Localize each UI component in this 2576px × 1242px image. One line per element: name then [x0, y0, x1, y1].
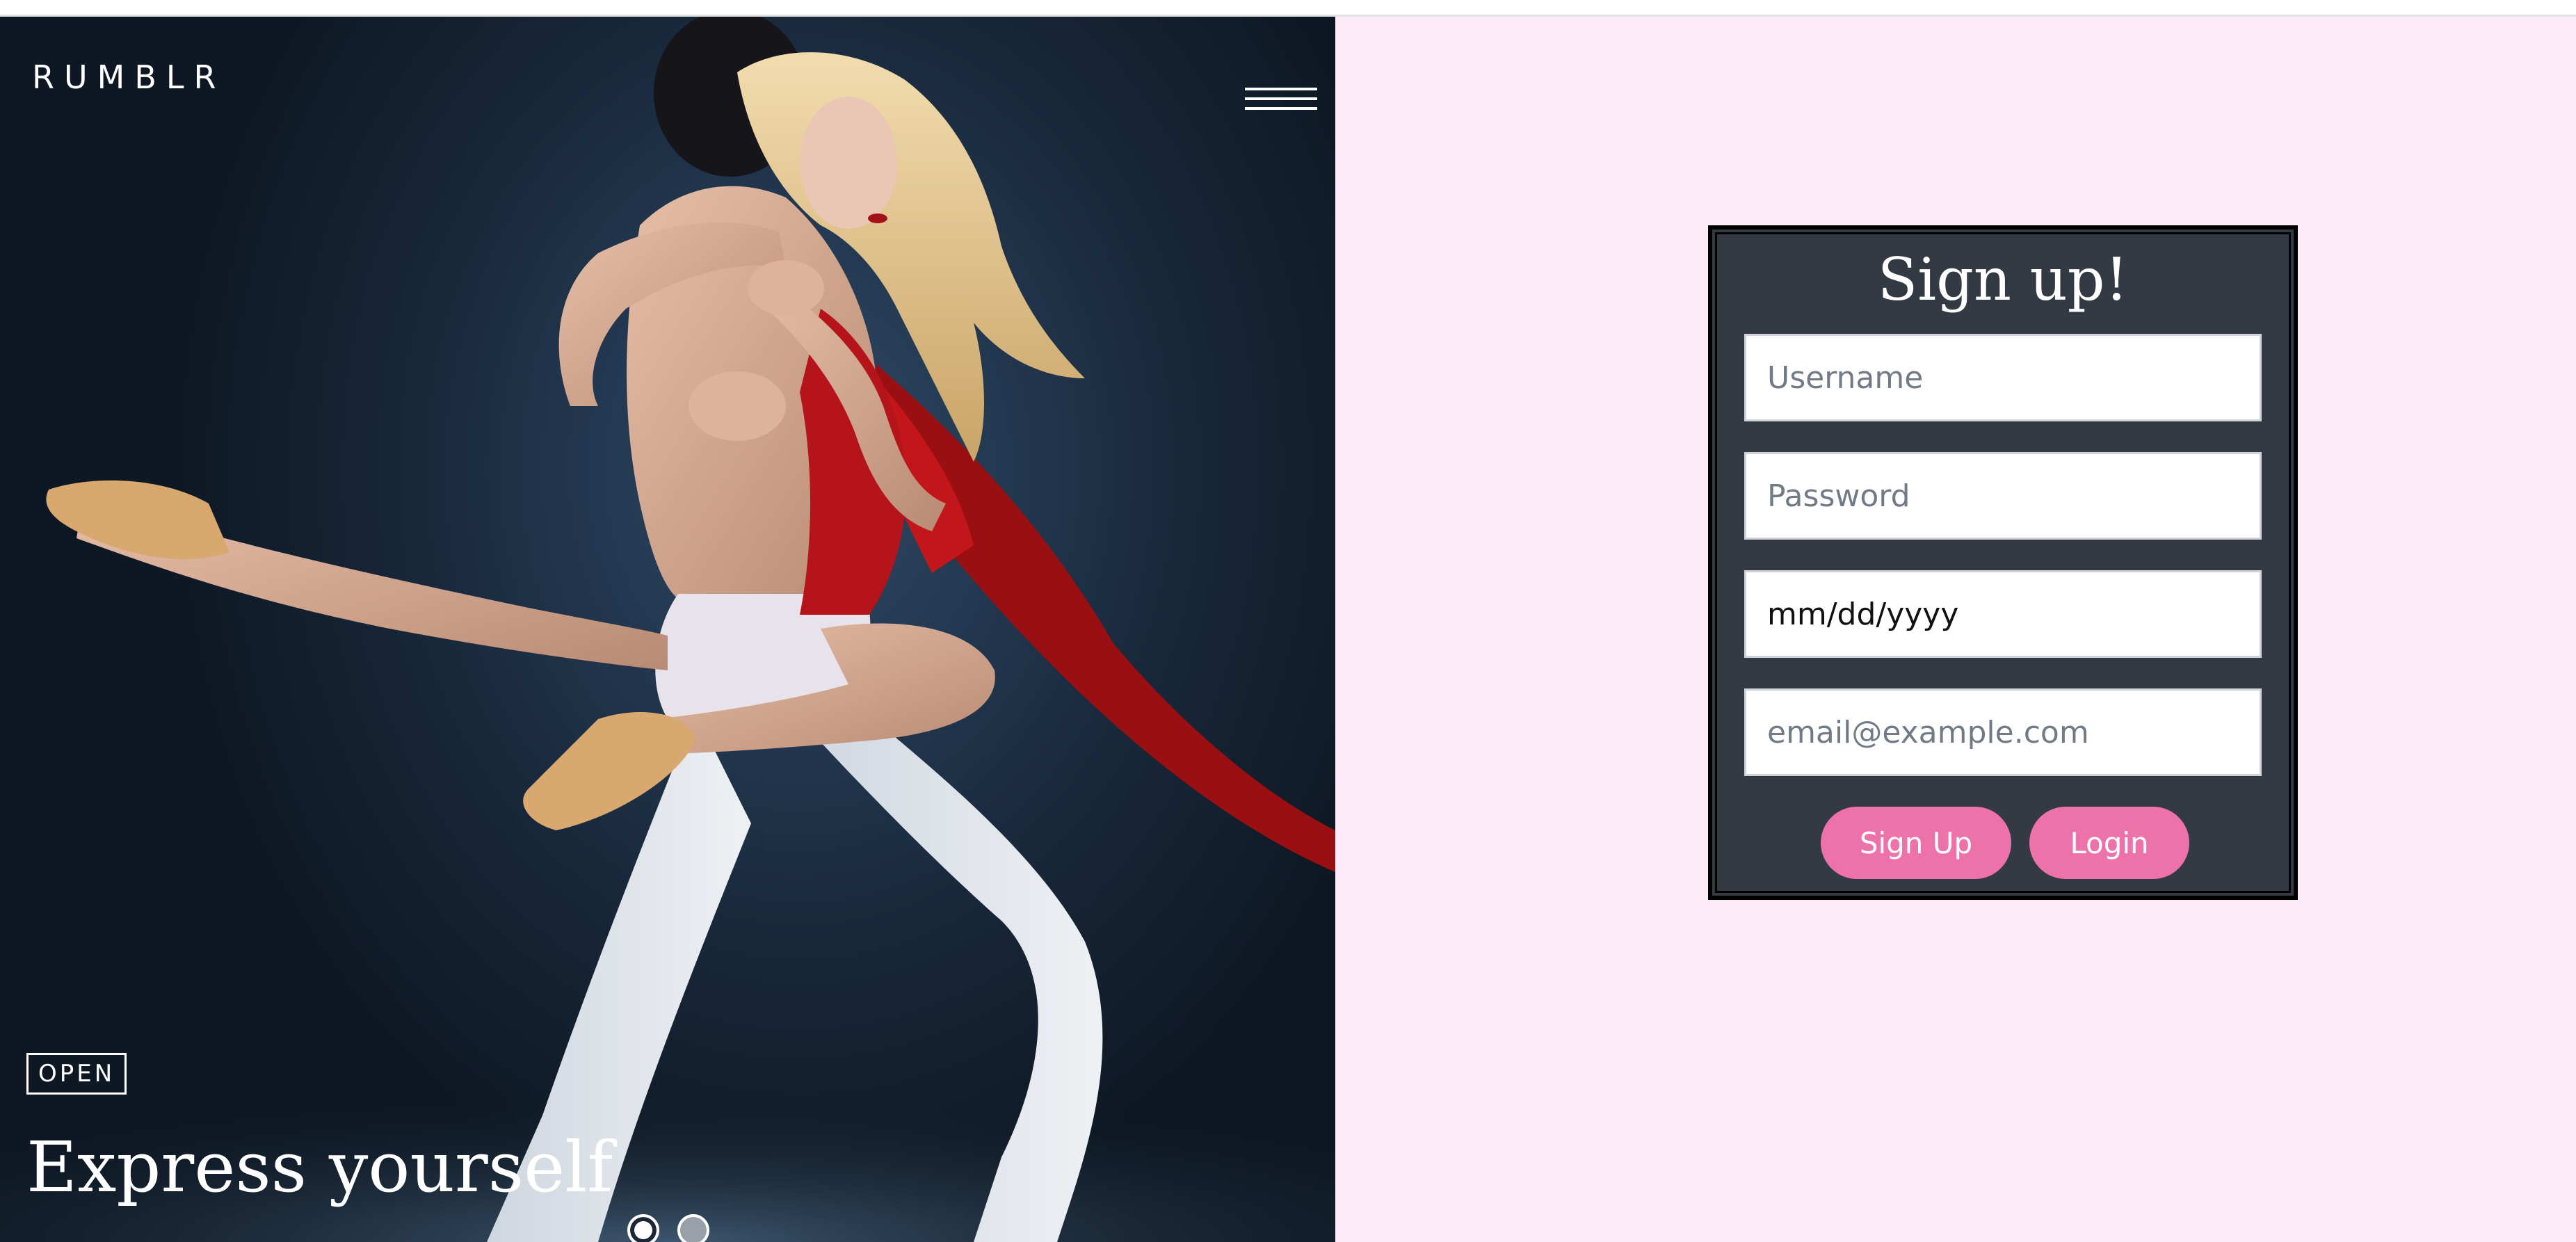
hero-photo: [0, 17, 1335, 1242]
browser-top-strip: [0, 0, 2576, 17]
email-input[interactable]: [1744, 688, 2262, 776]
menu-bar-top: [1245, 88, 1317, 90]
brand-logo[interactable]: RUMBLR: [32, 58, 225, 96]
hero-title: Express yourself: [26, 1127, 613, 1208]
signup-title: Sign up!: [1877, 245, 2129, 314]
username-input[interactable]: [1744, 334, 2262, 421]
signup-form: Sign up! Sign Up Login: [1708, 225, 2298, 900]
carousel-dot-2[interactable]: [677, 1214, 709, 1242]
open-badge: OPEN: [26, 1053, 127, 1095]
menu-bar-bottom: [1245, 107, 1317, 110]
carousel-dot-1[interactable]: [627, 1214, 659, 1242]
carousel-indicators: [627, 1214, 709, 1242]
login-button[interactable]: Login: [2029, 807, 2189, 879]
password-input[interactable]: [1744, 452, 2262, 540]
hero-panel: RUMBLR OPEN Express yourself: [0, 17, 1335, 1242]
birthdate-input[interactable]: [1744, 570, 2262, 658]
hamburger-menu-icon[interactable]: [1245, 83, 1317, 120]
sign-up-button[interactable]: Sign Up: [1821, 807, 2011, 879]
menu-bar-middle: [1245, 97, 1317, 100]
